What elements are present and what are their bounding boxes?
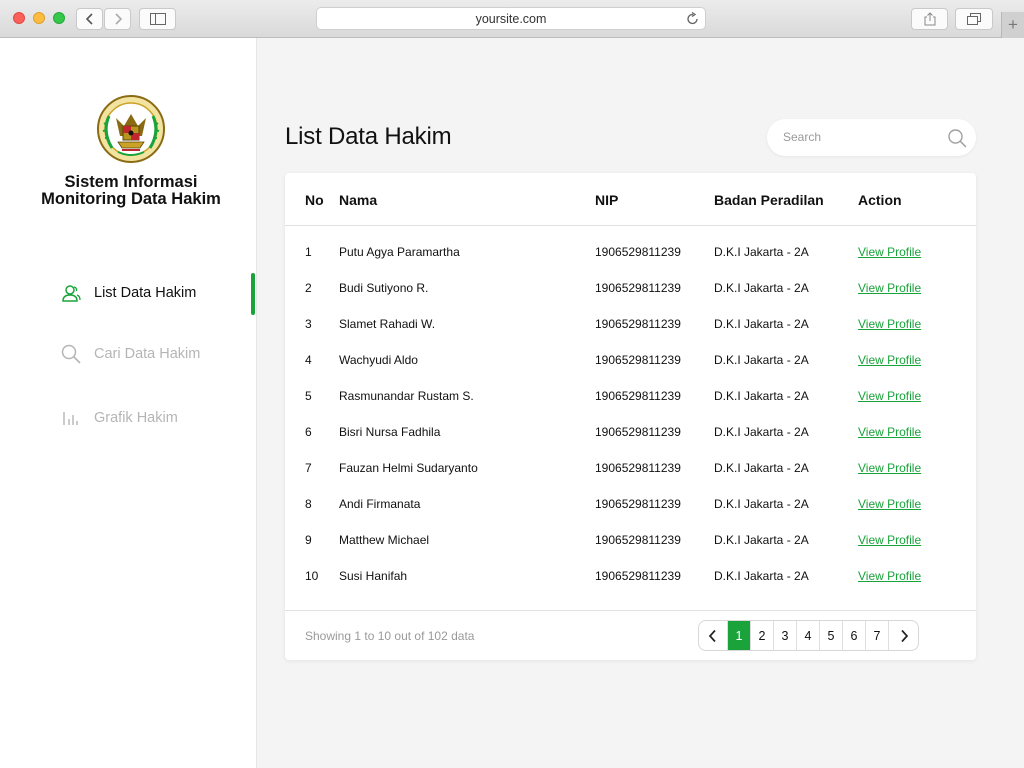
chevron-right-icon: [114, 13, 122, 25]
user-group-icon: [60, 282, 82, 304]
address-bar[interactable]: yoursite.com: [316, 7, 706, 30]
chevron-right-icon: [900, 629, 908, 642]
page-button-4[interactable]: 4: [797, 621, 820, 650]
forward-button[interactable]: [104, 8, 131, 30]
page-button-2[interactable]: 2: [751, 621, 774, 650]
url-text: yoursite.com: [475, 11, 547, 26]
table-row: 8 Andi Firmanata 1906529811239 D.K.I Jakart…: [285, 425, 976, 511]
table-row: 10 Susi Hanifah 1906529811239 D.K.I Jakarta…: [285, 497, 976, 583]
chevron-left-icon: [85, 13, 93, 25]
reload-icon[interactable]: [687, 11, 699, 28]
app-title: Sistem Informasi Monitoring Data Hakim: [0, 174, 262, 208]
cell-no: 9: [305, 533, 312, 547]
cell-no: 10: [305, 569, 319, 583]
garuda-emblem-logo: [94, 92, 168, 166]
tabs-icon: [967, 13, 981, 25]
table-row: 7 Fauzan Helmi Sudaryanto 1906529811239 D.K…: [285, 389, 976, 475]
page-button-6[interactable]: 6: [843, 621, 866, 650]
app-title-line1: Sistem Informasi: [64, 173, 198, 191]
bar-chart-icon: [60, 407, 82, 429]
sidebar-item-list-data-hakim[interactable]: List Data Hakim: [60, 282, 196, 304]
pagination-summary: Showing 1 to 10 out of 102 data: [305, 629, 475, 643]
previous-page-button[interactable]: [699, 621, 728, 650]
search-box[interactable]: [767, 119, 976, 156]
footer-divider: [285, 610, 976, 611]
browser-toolbar: yoursite.com +: [0, 0, 1024, 38]
next-page-button[interactable]: [889, 621, 918, 650]
new-tab-button[interactable]: +: [1001, 12, 1024, 38]
sidebar-item-grafik-hakim[interactable]: Grafik Hakim: [60, 407, 178, 429]
sidebar-item-label: Grafik Hakim: [94, 410, 178, 426]
pagination: 1 2 3 4 5 6 7: [698, 620, 919, 651]
table-row: 9 Matthew Michael 1906529811239 D.K.I Jakar…: [285, 461, 976, 547]
sidebar-item-label: Cari Data Hakim: [94, 346, 201, 362]
table-row: 4 Wachyudi Aldo 1906529811239 D.K.I Jakarta…: [285, 281, 976, 367]
sidebar-icon: [149, 13, 166, 25]
table-row: 2 Budi Sutiyono R. 1906529811239 D.K.I Jaka…: [285, 209, 976, 295]
page-button-1[interactable]: 1: [728, 621, 751, 650]
table-row: 3 Slamet Rahadi W. 1906529811239 D.K.I Jaka…: [285, 245, 976, 331]
plus-icon: +: [1008, 15, 1018, 34]
data-table-card: No Nama NIP Badan Peradilan Action 1 Putu…: [285, 173, 976, 660]
sidebar-item-cari-data-hakim[interactable]: Cari Data Hakim: [60, 343, 200, 365]
maximize-window-button[interactable]: [53, 12, 65, 24]
view-profile-link[interactable]: View Profile: [858, 569, 921, 583]
search-input[interactable]: [783, 128, 943, 146]
cell-nama: Susi Hanifah: [339, 569, 408, 583]
table-row: 1 Putu Agya Paramartha 1906529811239 D.K.I …: [285, 173, 976, 259]
share-icon: [924, 12, 935, 26]
cell-badan-peradilan: D.K.I Jakarta - 2A: [714, 569, 809, 583]
search-icon[interactable]: [948, 129, 967, 153]
back-button[interactable]: [76, 8, 103, 30]
page-button-7[interactable]: 7: [866, 621, 889, 650]
sidebar-item-label: List Data Hakim: [94, 285, 197, 301]
sidebar-toggle-button[interactable]: [139, 8, 176, 30]
cell-nip: 1906529811239: [595, 569, 681, 583]
table-row: 5 Rasmunandar Rustam S. 1906529811239 D.K.I…: [285, 317, 976, 403]
chevron-left-icon: [708, 629, 716, 642]
table-row: 6 Bisri Nursa Fadhila 1906529811239 D.K.I J…: [285, 353, 976, 439]
cell-nip: 1906529811239: [595, 533, 681, 547]
view-profile-link[interactable]: View Profile: [858, 533, 921, 547]
share-button[interactable]: [911, 8, 948, 30]
cell-nama: Matthew Michael: [339, 533, 430, 547]
app-title-line2: Monitoring Data Hakim: [41, 190, 221, 208]
close-window-button[interactable]: [13, 12, 25, 24]
sidebar: Sistem Informasi Monitoring Data Hakim L…: [0, 38, 257, 768]
page-title: List Data Hakim: [285, 123, 452, 150]
page-button-3[interactable]: 3: [774, 621, 797, 650]
tabs-overview-button[interactable]: [955, 8, 993, 30]
cell-badan-peradilan: D.K.I Jakarta - 2A: [714, 533, 809, 547]
search-icon: [60, 343, 82, 365]
minimize-window-button[interactable]: [33, 12, 45, 24]
page-button-5[interactable]: 5: [820, 621, 843, 650]
active-indicator: [251, 273, 255, 315]
